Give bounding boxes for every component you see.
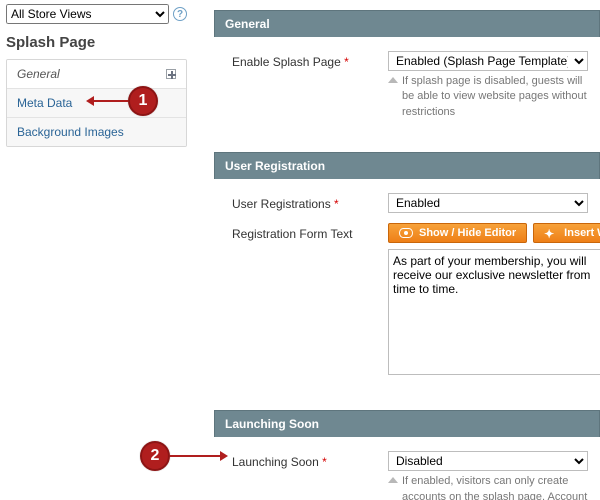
field-label: Registration Form Text [232, 223, 388, 241]
tab-background-images[interactable]: Background Images [7, 118, 186, 146]
show-hide-editor-button[interactable]: Show / Hide Editor [388, 223, 527, 243]
help-icon[interactable]: ? [173, 7, 187, 21]
tab-label: General [17, 67, 60, 81]
panel-header[interactable]: User Registration [214, 152, 600, 179]
user-registrations-select[interactable]: Enabled [388, 193, 588, 213]
panel-user-registration: User Registration User Registrations * E… [214, 152, 600, 392]
registration-form-textarea[interactable] [388, 249, 600, 375]
enable-splash-page-select[interactable]: Enabled (Splash Page Template) [388, 51, 588, 71]
section-title: Splash Page [6, 34, 187, 53]
panel-header[interactable]: Launching Soon [214, 410, 600, 437]
field-label: Enable Splash Page * [232, 51, 388, 69]
field-label: User Registrations * [232, 193, 388, 211]
field-hint: If splash page is disabled, guests will … [388, 74, 588, 120]
panel-general: General Enable Splash Page * Enabled (Sp… [214, 10, 600, 134]
launching-soon-select[interactable]: Disabled [388, 451, 588, 471]
tab-label: Meta Data [17, 96, 72, 110]
panel-header[interactable]: General [214, 10, 600, 37]
tab-meta-data[interactable]: Meta Data [7, 89, 186, 118]
tab-general[interactable]: General [7, 60, 186, 89]
field-label: Launching Soon * [232, 451, 388, 469]
expand-icon [166, 69, 176, 79]
tab-label: Background Images [17, 125, 124, 139]
gear-icon [544, 228, 558, 238]
sidebar: All Store Views ? Splash Page General Me… [0, 0, 194, 500]
eye-icon [399, 228, 413, 238]
panel-launching-soon: Launching Soon Launching Soon * Disabled… [214, 410, 600, 500]
insert-widget-button[interactable]: Insert W [533, 223, 600, 243]
config-tabs: General Meta Data Background Images [6, 59, 187, 147]
store-view-select[interactable]: All Store Views [6, 4, 169, 24]
main-content: General Enable Splash Page * Enabled (Sp… [194, 0, 600, 500]
store-view-scope: All Store Views ? [6, 0, 187, 34]
field-hint: If enabled, visitors can only create acc… [388, 474, 588, 500]
